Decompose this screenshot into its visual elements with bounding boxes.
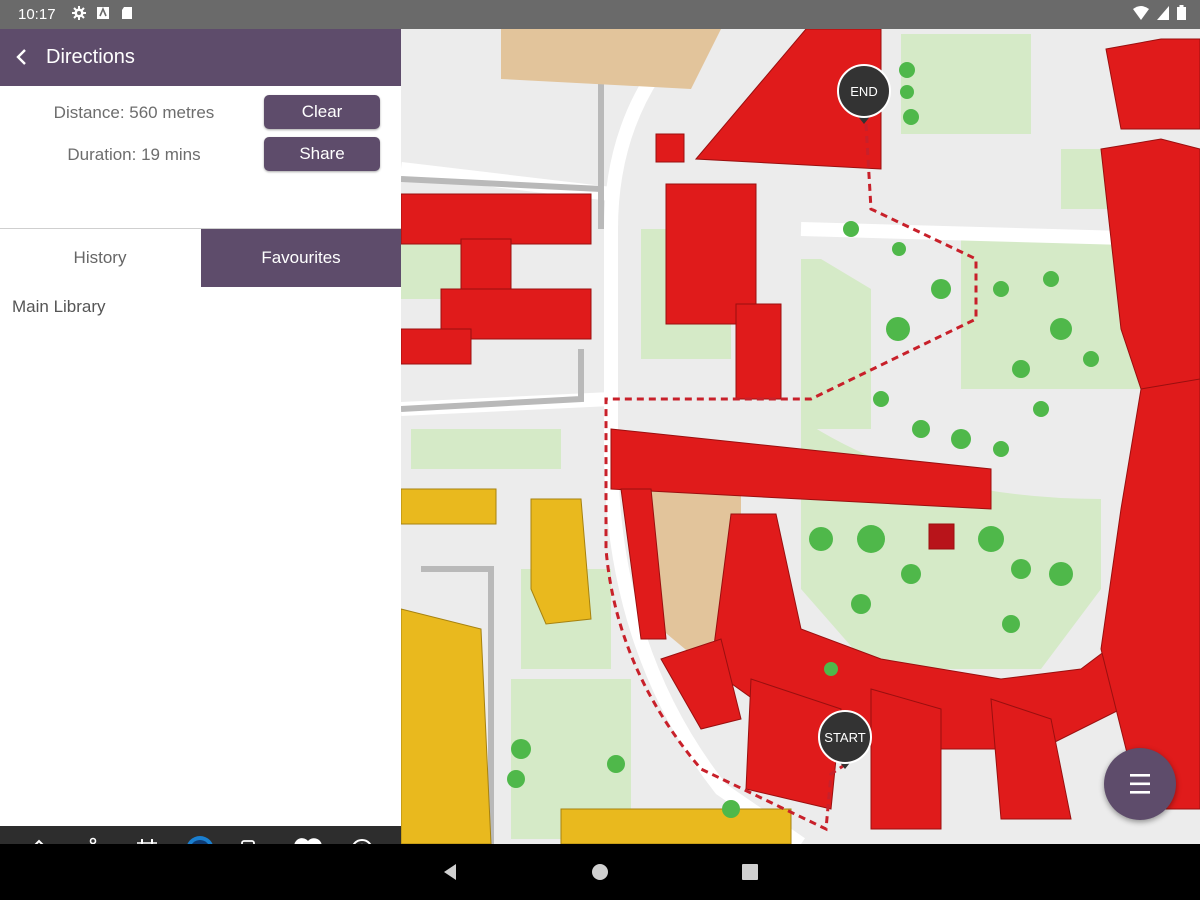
- back-arrow-icon[interactable]: [12, 45, 32, 69]
- app-bar: Directions: [0, 29, 401, 86]
- battery-icon: [1177, 5, 1186, 20]
- tab-favourites[interactable]: Favourites: [201, 229, 401, 287]
- gear-icon: [72, 6, 86, 20]
- page-title: Directions: [46, 46, 135, 68]
- back-icon[interactable]: [436, 858, 464, 886]
- directions-panel: Directions Distance: 560 metres Clear Du…: [0, 29, 401, 873]
- clear-button[interactable]: Clear: [264, 95, 380, 129]
- wifi-icon: [1133, 5, 1149, 20]
- tab-history[interactable]: History: [0, 229, 200, 287]
- campus-map[interactable]: END START: [401, 29, 1200, 844]
- start-marker-label: START: [824, 730, 865, 745]
- home-circle-icon[interactable]: [586, 858, 614, 886]
- sd-card-icon: [122, 7, 132, 19]
- status-time: 10:17: [18, 6, 56, 23]
- map-canvas[interactable]: END START: [401, 29, 1200, 844]
- share-button[interactable]: Share: [264, 137, 380, 171]
- system-nav-bar: [0, 844, 1200, 900]
- menu-icon: [1130, 774, 1150, 794]
- recents-icon[interactable]: [736, 858, 764, 886]
- store-icon: [97, 6, 109, 19]
- history-item[interactable]: Main Library: [12, 297, 106, 317]
- duration-row: Duration: 19 mins Share: [0, 137, 401, 171]
- distance-label: Distance: 560 metres: [53, 103, 215, 122]
- signal-icon: [1157, 5, 1169, 20]
- status-bar: 10:17: [0, 0, 1200, 29]
- distance-row: Distance: 560 metres Clear: [0, 95, 401, 129]
- tab-bar: History Favourites: [0, 229, 401, 287]
- duration-label: Duration: 19 mins: [67, 145, 201, 164]
- menu-fab[interactable]: [1104, 748, 1176, 820]
- end-marker-label: END: [850, 84, 877, 99]
